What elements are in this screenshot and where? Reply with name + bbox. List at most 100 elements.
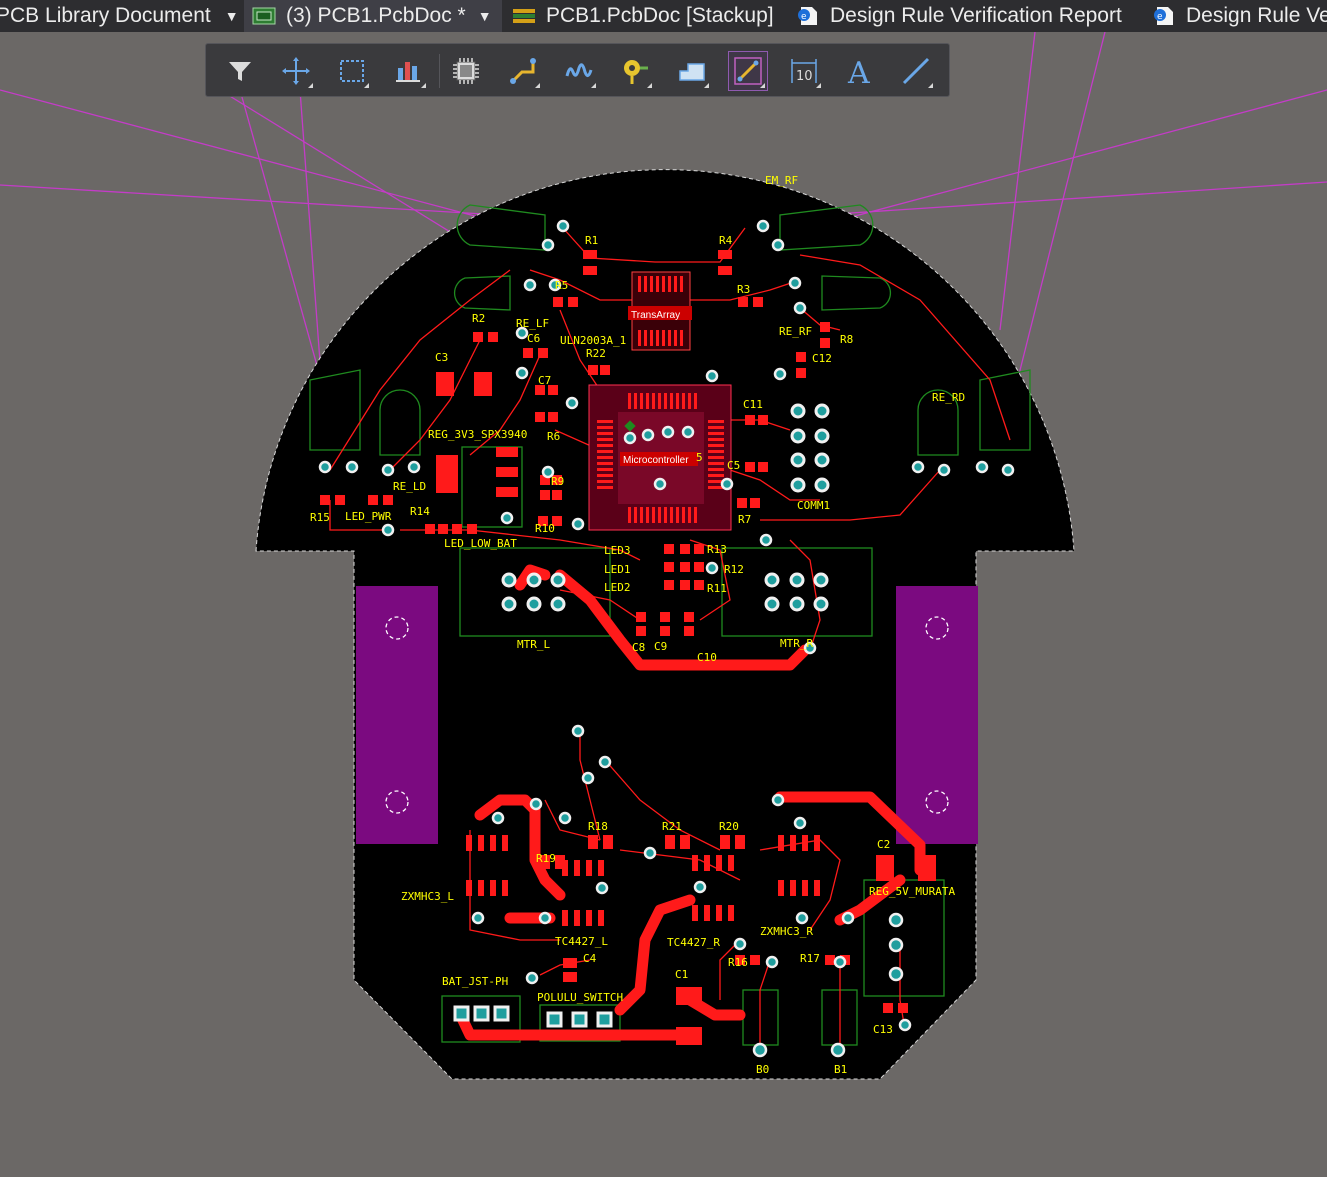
- chevron-down-icon[interactable]: ▼: [225, 8, 239, 24]
- designator-r10: R10: [535, 522, 555, 535]
- chevron-down-icon[interactable]: ▼: [478, 8, 492, 24]
- move-tool[interactable]: [277, 52, 315, 90]
- designator-r3: R3: [737, 283, 750, 296]
- tab-label: PCB1.PcbDoc [Stackup]: [546, 4, 774, 27]
- tab-label: PCB Library Document: [0, 4, 211, 27]
- filter-icon: [229, 62, 251, 81]
- designator-r15: R15: [310, 511, 330, 524]
- designator-re-ld: RE_LD: [393, 480, 426, 493]
- designator-reg-3v3: REG_3V3_SPX3940: [428, 428, 527, 441]
- svg-text:e: e: [801, 12, 807, 22]
- stackup-icon: [512, 6, 536, 26]
- designator-led-low-bat: LED_LOW_BAT: [444, 537, 517, 550]
- designator-r7: R7: [738, 513, 751, 526]
- report-doc-icon: e: [796, 6, 820, 26]
- svg-text:10: 10: [796, 69, 813, 84]
- designator-r8: R8: [840, 333, 853, 346]
- designator-r14: R14: [410, 505, 430, 518]
- designator-r22: R22: [586, 347, 606, 360]
- designator-led2: LED2: [604, 581, 631, 594]
- designator-c7: C7: [538, 374, 551, 387]
- designator-c13: C13: [873, 1023, 893, 1036]
- designator-c10: C10: [697, 651, 717, 664]
- designator-c5: C5: [727, 459, 740, 472]
- designator-tc4427-l: TC4427_L: [555, 935, 608, 948]
- place-line-tool[interactable]: [897, 52, 935, 90]
- place-string-tool[interactable]: A: [841, 52, 879, 90]
- align-tool[interactable]: [390, 52, 428, 90]
- designator-b0: B0: [756, 1063, 769, 1076]
- designator-c11: C11: [743, 398, 763, 411]
- transarray-label: TransArray: [631, 310, 680, 321]
- svg-text:e: e: [1157, 12, 1163, 22]
- tab-label: (3) PCB1.PcbDoc *: [286, 4, 466, 27]
- designator-c8: C8: [632, 641, 645, 654]
- designator-comm1: COMM1: [797, 499, 830, 512]
- designator-r19: R19: [536, 852, 556, 865]
- pcb-canvas[interactable]: EM_RF R1 R4 R5 R3 R2 RE_LF TransArray C6…: [0, 32, 1327, 1177]
- designator-tc4427-r: TC4427_R: [667, 936, 720, 949]
- designator-c4: C4: [583, 952, 597, 965]
- place-dimension-tool[interactable]: 10: [785, 52, 823, 90]
- length-tuning-tool[interactable]: [560, 52, 598, 90]
- designator-zxmhc3-l: ZXMHC3_L: [401, 890, 454, 903]
- active-bar-toolbar: 10 A: [205, 43, 950, 97]
- tab-design-rule-report[interactable]: e Design Rule Verification Report: [796, 0, 1146, 32]
- designator-r9: R9: [551, 475, 564, 488]
- filter-tool[interactable]: [221, 52, 259, 90]
- designator-r1: R1: [585, 234, 598, 247]
- mounting-region-right: [896, 586, 978, 844]
- tab-label: Design Rule Ve: [1186, 4, 1327, 27]
- designator-led-pwr: LED_PWR: [345, 510, 392, 523]
- select-tool[interactable]: [333, 52, 371, 90]
- designator-em-rf: EM_RF: [765, 174, 798, 187]
- designator-r13: R13: [707, 543, 727, 556]
- tab-design-rule-report-2[interactable]: e Design Rule Ve: [1152, 0, 1327, 32]
- designator-mtr-r: MTR_R: [780, 637, 813, 650]
- designator-mtr-l: MTR_L: [517, 638, 550, 651]
- designator-r18: R18: [588, 820, 608, 833]
- designator-uln2003a: ULN2003A_1: [560, 334, 626, 347]
- place-component-tool[interactable]: [447, 52, 485, 90]
- designator-r11: R11: [707, 582, 727, 595]
- designator-c1: C1: [675, 968, 688, 981]
- place-track-tool[interactable]: [728, 51, 768, 91]
- designator-reg-5v-murata: REG_5V_MURATA: [869, 885, 955, 898]
- designator-c2: C2: [877, 838, 890, 851]
- designator-r4: R4: [719, 234, 733, 247]
- tab-pcb-library-document[interactable]: PCB Library Document ▼: [0, 0, 240, 32]
- designator-led3: LED3: [604, 544, 631, 557]
- designator-c6: C6: [527, 332, 540, 345]
- designator-zxmhc3-r: ZXMHC3_R: [760, 925, 813, 938]
- report-doc-icon: e: [1152, 6, 1176, 26]
- text-icon: A: [847, 56, 870, 88]
- interactive-routing-tool[interactable]: [504, 52, 542, 90]
- designator-bat-jst-ph: BAT_JST-PH: [442, 975, 508, 988]
- tab-label: Design Rule Verification Report: [830, 4, 1122, 27]
- mounting-region-left: [356, 586, 438, 844]
- designator-r21: R21: [662, 820, 682, 833]
- designator-polulu-switch: POLULU_SWITCH: [537, 991, 623, 1004]
- component-icon: [453, 58, 479, 84]
- designator-re-rd: RE_RD: [932, 391, 965, 404]
- designator-b1: B1: [834, 1063, 847, 1076]
- designator-r20: R20: [719, 820, 739, 833]
- designator-led1: LED1: [604, 563, 631, 576]
- designator-r6: R6: [547, 430, 560, 443]
- designator-c3: C3: [435, 351, 448, 364]
- document-tab-bar: PCB Library Document ▼ (3) PCB1.PcbDoc *…: [0, 0, 1327, 32]
- microcontroller-label: Microcontroller: [623, 455, 689, 466]
- tab-pcb1-pcbdoc[interactable]: (3) PCB1.PcbDoc * ▼: [244, 0, 502, 32]
- designator-re-lf: RE_LF: [516, 317, 549, 330]
- pcb-doc-icon: [252, 6, 276, 26]
- designator-re-rf: RE_RF: [779, 325, 812, 338]
- designator-r17: R17: [800, 952, 820, 965]
- svg-text:A: A: [847, 56, 870, 88]
- microcontroller-pin-label: 5: [696, 451, 703, 464]
- designator-r16: R16: [728, 956, 748, 969]
- tab-pcb1-stackup[interactable]: PCB1.PcbDoc [Stackup]: [512, 0, 792, 32]
- designator-c9: C9: [654, 640, 667, 653]
- place-via-tool[interactable]: [616, 52, 654, 90]
- place-polygon-tool[interactable]: [673, 52, 711, 90]
- designator-r5: R5: [555, 279, 568, 292]
